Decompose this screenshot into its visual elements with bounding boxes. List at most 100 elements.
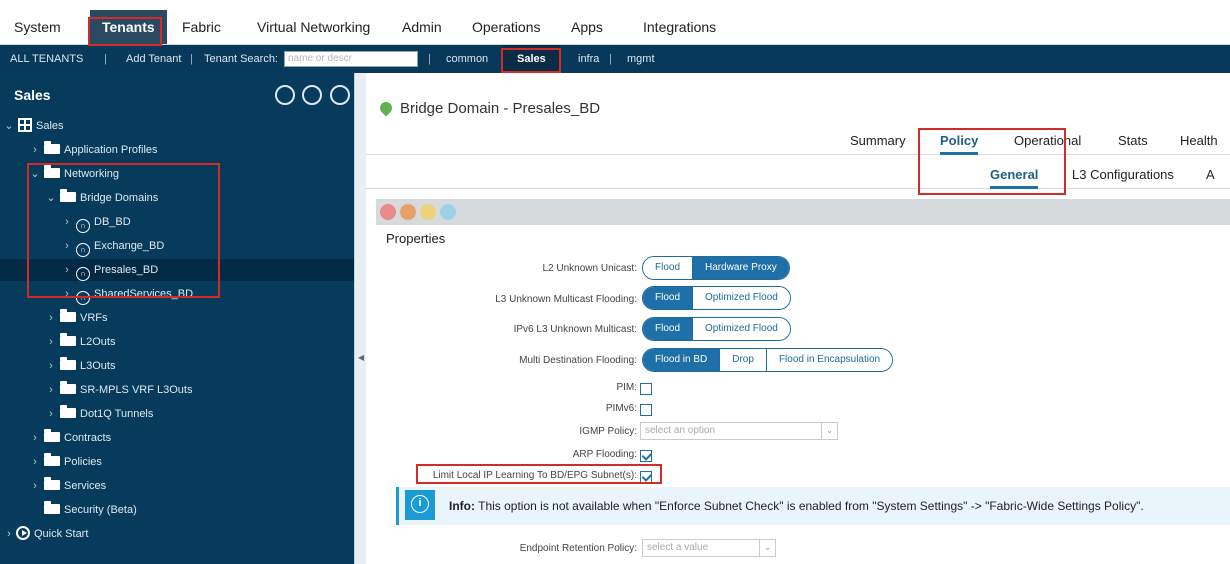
- tree-item-db-bd[interactable]: › ∩ DB_BD: [0, 211, 354, 233]
- endpoint-retention-policy-label: Endpoint Retention Policy:: [519, 543, 637, 554]
- tree-item-sales[interactable]: ⌄ Sales: [0, 115, 354, 137]
- tree-item-sr-mpls-vrf-l3outs[interactable]: › SR-MPLS VRF L3Outs: [0, 379, 354, 401]
- option-hardware-proxy[interactable]: Hardware Proxy: [692, 257, 789, 279]
- menu-integrations[interactable]: Integrations: [643, 10, 716, 44]
- tab-operational[interactable]: Operational: [1014, 133, 1081, 155]
- bridge-domain-icon: ∩: [76, 243, 90, 257]
- option-flood-in-encapsulation[interactable]: Flood in Encapsulation: [765, 349, 893, 371]
- chevron-right-icon[interactable]: ›: [62, 283, 72, 305]
- chevron-right-icon[interactable]: ›: [62, 235, 72, 257]
- chevron-right-icon[interactable]: ›: [46, 403, 56, 425]
- all-tenants-link[interactable]: ALL TENANTS: [10, 45, 83, 73]
- tenant-search-input[interactable]: name or descr: [284, 51, 418, 67]
- tenant-link-infra[interactable]: infra: [578, 45, 599, 73]
- history-icon[interactable]: [275, 85, 295, 105]
- tree-item-security[interactable]: Security (Beta): [0, 499, 354, 521]
- option-drop[interactable]: Drop: [719, 349, 766, 371]
- option-flood-in-bd[interactable]: Flood in BD: [643, 349, 720, 371]
- menu-fabric[interactable]: Fabric: [182, 10, 221, 44]
- navigation-sidebar: Sales ⌄ Sales › Application Profiles ⌄ Netw…: [0, 73, 354, 564]
- tree-item-quick-start[interactable]: › Quick Start: [0, 523, 354, 545]
- chevron-right-icon[interactable]: ›: [46, 355, 56, 377]
- chevron-down-icon[interactable]: ⌄: [46, 187, 56, 209]
- tree-item-bridge-domains[interactable]: ⌄ Bridge Domains: [0, 187, 354, 209]
- subtab-more[interactable]: A: [1206, 167, 1215, 189]
- tab-stats[interactable]: Stats: [1118, 133, 1148, 155]
- main-content: Bridge Domain - Presales_BD Summary Poli…: [366, 73, 1230, 564]
- tenant-link-common[interactable]: common: [446, 45, 488, 73]
- major-fault-icon[interactable]: [400, 204, 416, 220]
- option-flood[interactable]: Flood: [643, 257, 693, 279]
- add-tenant-link[interactable]: Add Tenant: [126, 45, 181, 73]
- info-message: Info: This option is not available when …: [449, 499, 1144, 513]
- chevron-down-icon[interactable]: ⌄: [821, 423, 837, 439]
- menu-virtual-networking[interactable]: Virtual Networking: [257, 10, 370, 44]
- chevron-right-icon[interactable]: ›: [30, 139, 40, 161]
- tree-item-application-profiles[interactable]: › Application Profiles: [0, 139, 354, 161]
- subtab-l3-configurations[interactable]: L3 Configurations: [1072, 167, 1174, 189]
- tree-item-l2outs[interactable]: › L2Outs: [0, 331, 354, 353]
- tree-item-sharedservices-bd[interactable]: › ∩ SharedServices_BD: [0, 283, 354, 305]
- option-optimized-flood[interactable]: Optimized Flood: [692, 287, 790, 309]
- tenant-link-mgmt[interactable]: mgmt: [627, 45, 655, 73]
- chevron-right-icon[interactable]: ›: [30, 475, 40, 497]
- chevron-right-icon[interactable]: ›: [30, 427, 40, 449]
- tree-item-exchange-bd[interactable]: › ∩ Exchange_BD: [0, 235, 354, 257]
- tree-item-label: Presales_BD: [94, 264, 159, 276]
- l3-unknown-multicast-toggle: Flood Optimized Flood: [642, 286, 791, 310]
- collapse-icon[interactable]: ◀: [358, 353, 364, 362]
- subtab-general[interactable]: General: [990, 167, 1039, 189]
- chevron-right-icon[interactable]: ›: [46, 307, 56, 329]
- menu-admin[interactable]: Admin: [402, 10, 442, 44]
- tree-item-services[interactable]: › Services: [0, 475, 354, 497]
- option-flood[interactable]: Flood: [643, 287, 693, 309]
- igmp-policy-label: IGMP Policy:: [579, 426, 637, 437]
- critical-fault-icon[interactable]: [380, 204, 396, 220]
- folder-icon: [44, 501, 60, 514]
- power-icon[interactable]: [329, 85, 350, 105]
- tree-item-label: Services: [64, 480, 107, 492]
- tree-item-vrfs[interactable]: › VRFs: [0, 307, 354, 329]
- chevron-down-icon[interactable]: ⌄: [4, 115, 14, 137]
- tab-health[interactable]: Health: [1180, 133, 1218, 155]
- menu-operations[interactable]: Operations: [472, 10, 540, 44]
- tree-item-l3outs[interactable]: › L3Outs: [0, 355, 354, 377]
- warning-fault-icon[interactable]: [440, 204, 456, 220]
- pimv6-checkbox[interactable]: [640, 404, 652, 416]
- chevron-right-icon[interactable]: ›: [62, 211, 72, 233]
- option-flood[interactable]: Flood: [643, 318, 693, 340]
- igmp-policy-select[interactable]: select an option ⌄: [640, 422, 838, 440]
- tree-item-label: SharedServices_BD: [94, 288, 194, 300]
- tree-item-dot1q-tunnels[interactable]: › Dot1Q Tunnels: [0, 403, 354, 425]
- tab-policy[interactable]: Policy: [940, 133, 979, 155]
- tree-item-label: Bridge Domains: [80, 192, 159, 204]
- list-icon[interactable]: [302, 85, 323, 105]
- chevron-right-icon[interactable]: ›: [46, 331, 56, 353]
- folder-icon: [44, 429, 60, 442]
- option-optimized-flood[interactable]: Optimized Flood: [692, 318, 790, 340]
- tab-summary[interactable]: Summary: [850, 133, 906, 155]
- tenant-link-sales[interactable]: Sales: [503, 45, 560, 73]
- menu-tenants[interactable]: Tenants: [90, 10, 167, 44]
- menu-apps[interactable]: Apps: [571, 10, 603, 44]
- tree-item-networking[interactable]: ⌄ Networking: [0, 163, 354, 185]
- tree-item-presales-bd[interactable]: › ∩ Presales_BD: [0, 259, 354, 281]
- endpoint-retention-policy-select[interactable]: select a value ⌄: [642, 539, 776, 557]
- arp-flooding-label: ARP Flooding:: [572, 449, 637, 460]
- chevron-right-icon[interactable]: ›: [4, 523, 14, 545]
- tree-item-label: Exchange_BD: [94, 240, 165, 252]
- chevron-right-icon[interactable]: ›: [46, 379, 56, 401]
- sidebar-resize-handle[interactable]: ◀: [354, 73, 366, 564]
- tree-item-contracts[interactable]: › Contracts: [0, 427, 354, 449]
- arp-flooding-checkbox[interactable]: [640, 450, 652, 462]
- chevron-right-icon[interactable]: ›: [30, 451, 40, 473]
- chevron-down-icon[interactable]: ⌄: [30, 163, 40, 185]
- multi-destination-flooding-toggle: Flood in BD Drop Flood in Encapsulation: [642, 348, 894, 372]
- tree-item-policies[interactable]: › Policies: [0, 451, 354, 473]
- minor-fault-icon[interactable]: [420, 204, 436, 220]
- limit-local-ip-learning-checkbox[interactable]: [640, 471, 652, 483]
- pim-checkbox[interactable]: [640, 383, 652, 395]
- chevron-right-icon[interactable]: ›: [62, 259, 72, 281]
- menu-system[interactable]: System: [14, 10, 61, 44]
- chevron-down-icon[interactable]: ⌄: [759, 540, 775, 556]
